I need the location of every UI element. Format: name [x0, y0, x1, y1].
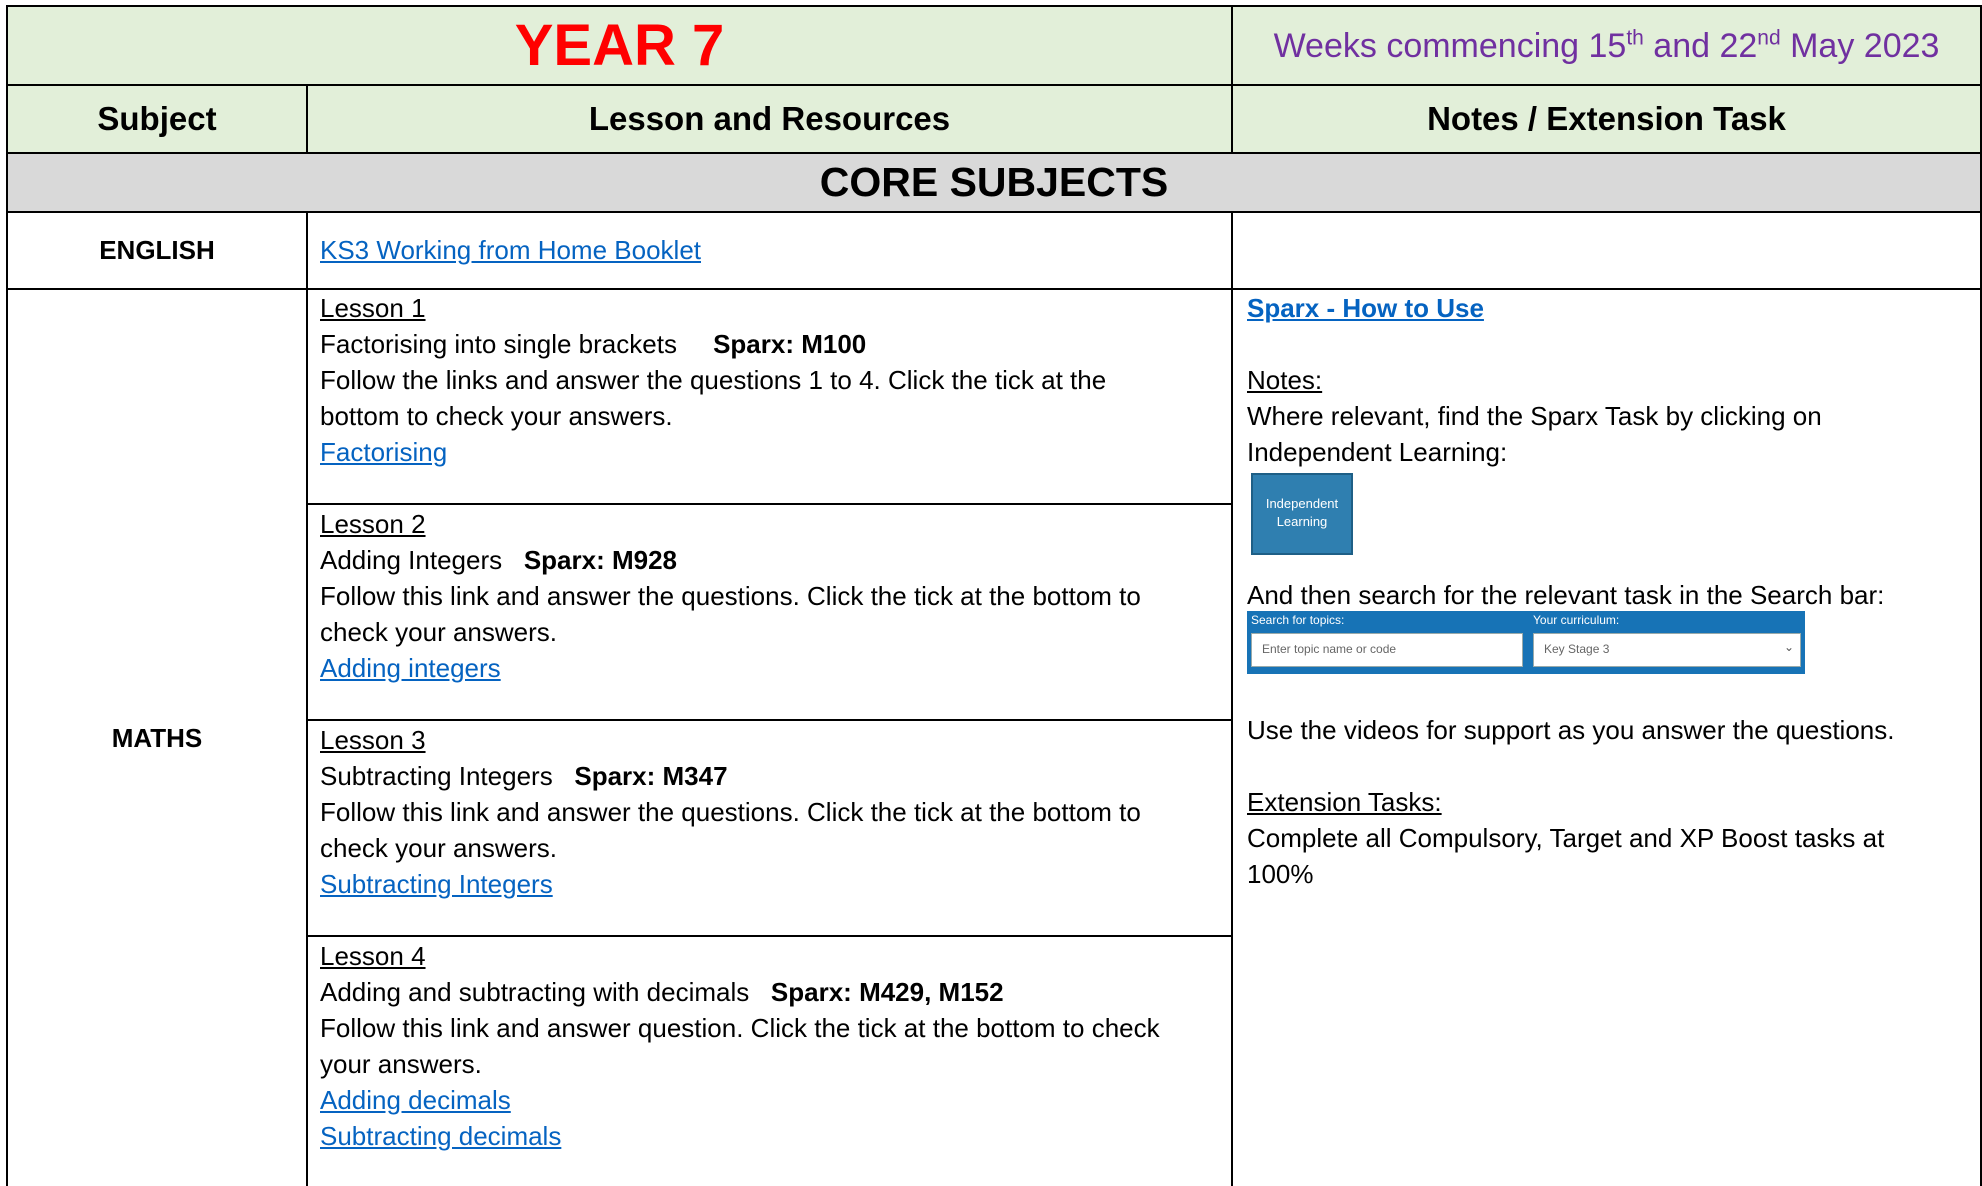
sparx-code: Sparx: M100 [713, 329, 867, 359]
lesson-title: Lesson 3 [320, 725, 426, 755]
search-topics-label: Search for topics: [1251, 613, 1345, 627]
subject-english: ENGLISH [99, 235, 215, 265]
weeks-sup-2: nd [1757, 26, 1781, 50]
col-line-notes-body [1231, 212, 1233, 1186]
lesson-topic-line: Subtracting Integers Sparx: M347 [320, 758, 1141, 794]
search-topic-input: Enter topic name or code [1251, 633, 1523, 667]
lesson-3: Lesson 3 Subtracting Integers Sparx: M34… [320, 722, 1141, 902]
weeks-sup-1: th [1626, 26, 1644, 50]
sparx-code: Sparx: M347 [574, 761, 728, 791]
lesson-divider-3 [307, 935, 1232, 937]
weeks-commencing: Weeks commencing 15th and 22nd May 2023 [1233, 8, 1980, 84]
notes-bottom: Use the videos for support as you answer… [1247, 712, 1894, 892]
column-header-subject: Subject [97, 100, 217, 137]
weeks-prefix: Weeks commencing 15 [1273, 27, 1627, 65]
weeks-mid: and 22 [1643, 27, 1758, 65]
notes-line-1: Where relevant, find the Sparx Task by c… [1247, 401, 1822, 431]
lesson-title: Lesson 1 [320, 293, 426, 323]
lesson-topic: Adding Integers [320, 545, 503, 575]
videos-line: Use the videos for support as you answer… [1247, 715, 1895, 745]
curriculum-value: Key Stage 3 [1544, 642, 1610, 656]
sparx-code: Sparx: M429, M152 [770, 977, 1004, 1007]
subtracting-integers-link[interactable]: Subtracting Integers [320, 869, 553, 899]
lesson-topic: Subtracting Integers [320, 761, 553, 791]
lesson-title: Lesson 2 [320, 509, 426, 539]
subject-maths: MATHS [111, 723, 203, 753]
lesson-topic: Adding and subtracting with decimals [320, 977, 750, 1007]
lesson-instruction-line-1: Follow this link and answer question. Cl… [320, 1013, 1160, 1043]
search-instruction: And then search for the relevant task in… [1247, 580, 1885, 610]
chevron-down-icon: ⌄ [1783, 640, 1794, 654]
lesson-instruction-line-2: check your answers. [320, 617, 557, 647]
border-top [6, 5, 1982, 7]
curriculum-select: Key Stage 3 ⌄ [1533, 633, 1801, 667]
english-booklet-link[interactable]: KS3 Working from Home Booklet [320, 232, 701, 268]
lesson-instruction-line-1: Follow this link and answer the question… [320, 797, 1141, 827]
sparx-how-to-use-link[interactable]: Sparx - How to Use [1247, 293, 1484, 323]
il-button-line-1: Independent [1265, 496, 1339, 511]
adding-decimals-link[interactable]: Adding decimals [320, 1085, 511, 1115]
weeks-suffix: May 2023 [1780, 27, 1940, 65]
lesson-2: Lesson 2 Adding Integers Sparx: M928 Fol… [320, 506, 1141, 686]
il-button-line-2: Learning [1276, 514, 1328, 529]
sparx-search-bar-image: Search for topics: Your curriculum: Ente… [1247, 611, 1805, 674]
year-title: YEAR 7 [514, 13, 725, 78]
lesson-instruction-line-1: Follow this link and answer the question… [320, 581, 1141, 611]
col-line-subject-body [306, 212, 308, 1186]
lesson-divider-1 [307, 503, 1232, 505]
notes-top: Sparx - How to Use Notes: Where relevant… [1247, 290, 1822, 470]
notes-heading: Notes: [1247, 365, 1323, 395]
adding-integers-link[interactable]: Adding integers [320, 653, 501, 683]
curriculum-label: Your curriculum: [1533, 613, 1620, 627]
extension-line-2: 100% [1247, 859, 1314, 889]
lesson-divider-2 [307, 719, 1232, 721]
column-header-lesson: Lesson and Resources [588, 100, 951, 137]
lesson-topic: Factorising into single brackets [320, 329, 677, 359]
lesson-instruction-line-2: your answers. [320, 1049, 482, 1079]
lesson-instruction-line-2: bottom to check your answers. [320, 401, 673, 431]
lesson-4: Lesson 4 Adding and subtracting with dec… [320, 938, 1160, 1154]
lesson-topic-line: Factorising into single brackets Sparx: … [320, 326, 1106, 362]
extension-heading: Extension Tasks: [1247, 787, 1442, 817]
column-header-notes: Notes / Extension Task [1427, 100, 1786, 137]
lesson-topic-line: Adding and subtracting with decimals Spa… [320, 974, 1160, 1010]
lesson-title: Lesson 4 [320, 941, 426, 971]
lesson-instruction-line-2: check your answers. [320, 833, 557, 863]
lesson-topic-line: Adding Integers Sparx: M928 [320, 542, 1141, 578]
factorising-link[interactable]: Factorising [320, 437, 447, 467]
lesson-instruction-line-1: Follow the links and answer the question… [320, 365, 1107, 395]
notes-line-2: Independent Learning: [1247, 437, 1508, 467]
sparx-code: Sparx: M928 [523, 545, 677, 575]
section-title: CORE SUBJECTS [819, 159, 1169, 205]
independent-learning-button: Independent Learning [1251, 473, 1353, 555]
subtracting-decimals-link[interactable]: Subtracting decimals [320, 1121, 561, 1151]
lesson-1: Lesson 1 Factorising into single bracket… [320, 290, 1106, 470]
extension-line-1: Complete all Compulsory, Target and XP B… [1247, 823, 1885, 853]
